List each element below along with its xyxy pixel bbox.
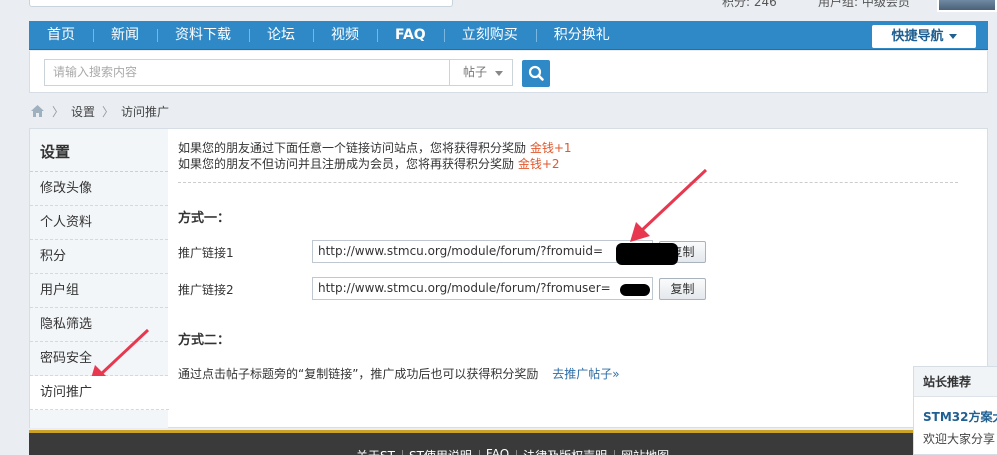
settings-panel: 设置 修改头像 个人资料 积分 用户组 隐私筛选 密码安全 访问推广 如果您的朋… — [29, 128, 988, 428]
footer-link-faq[interactable]: FAQ — [478, 447, 516, 455]
nav-item-faq[interactable]: FAQ — [377, 21, 444, 50]
breadcrumb: 〉 设置 〉 访问推广 — [30, 102, 169, 120]
top-strip: 积分: 246 用户组: 中级会员 — [0, 0, 997, 22]
promo-link-1-label: 推广链接1 — [178, 246, 234, 260]
redaction-mark-1 — [616, 243, 678, 265]
logo-area — [29, 0, 453, 7]
reward-badge-1: 金钱+1 — [529, 141, 572, 155]
footer-link-guide[interactable]: ST使用说明 — [401, 447, 479, 455]
breadcrumb-separator: 〉 — [102, 104, 115, 119]
intro-line-1: 如果您的朋友通过下面任意一个链接访问站点，您将获得积分奖励 金钱+1 — [178, 140, 958, 156]
promo-link-row-2: 推广链接2 http://www.stmcu.org/module/forum/… — [178, 277, 738, 300]
quick-nav-label: 快捷导航 — [891, 29, 944, 44]
nav-item-forum[interactable]: 论坛 — [249, 21, 313, 50]
nav-item-downloads[interactable]: 资料下载 — [157, 21, 249, 50]
settings-sidebar: 设置 修改头像 个人资料 积分 用户组 隐私筛选 密码安全 访问推广 — [30, 129, 169, 428]
search-icon — [528, 65, 544, 81]
avatar[interactable] — [937, 0, 997, 12]
search-input[interactable]: 请输入搜索内容 — [44, 59, 450, 86]
nav-item-video[interactable]: 视频 — [313, 21, 377, 50]
promo-link-1-field[interactable]: http://www.stmcu.org/module/forum/?fromu… — [312, 240, 653, 263]
reward-badge-2: 金钱+2 — [517, 157, 560, 171]
usergroup-display[interactable]: 用户组: 中级会员 — [818, 0, 910, 10]
footer: 关于ST ST使用说明 FAQ 法律及版权声明 网站地图 — [29, 430, 913, 455]
search-scope-select[interactable]: 帖子 — [450, 59, 513, 86]
intro-line-2: 如果您的朋友不但访问并且注册成为会员，您将再获得积分奖励 金钱+2 — [178, 156, 958, 172]
footer-link-about[interactable]: 关于ST — [349, 447, 402, 455]
breadcrumb-separator: 〉 — [52, 104, 65, 119]
method-two-description: 通过点击帖子标题旁的“复制链接”，推广成功后也可以获得积分奖励 — [178, 367, 539, 381]
sidebar-item-profile[interactable]: 个人资料 — [30, 206, 168, 240]
redaction-mark-2 — [620, 284, 650, 296]
nav-item-points-gift[interactable]: 积分换礼 — [535, 21, 628, 50]
promotion-content: 如果您的朋友通过下面任意一个链接访问站点，您将获得积分奖励 金钱+1 如果您的朋… — [178, 129, 978, 381]
promo-link-2-label: 推广链接2 — [178, 283, 234, 297]
quick-nav-button[interactable]: 快捷导航 — [872, 25, 976, 48]
chevron-down-icon — [495, 71, 503, 76]
copy-link-2-button[interactable]: 复制 — [659, 278, 706, 300]
nav-item-news[interactable]: 新闻 — [93, 21, 157, 50]
nav-item-buy[interactable]: 立刻购买 — [443, 21, 536, 50]
promo-link-2-field[interactable]: http://www.stmcu.org/module/forum/?fromu… — [312, 277, 653, 300]
points-display[interactable]: 积分: 246 — [722, 0, 777, 10]
method-two-text: 通过点击帖子标题旁的“复制链接”，推广成功后也可以获得积分奖励 去推广帖子» — [178, 365, 620, 382]
footer-link-legal[interactable]: 法律及版权声明 — [516, 447, 614, 455]
widget-description: 欢迎大家分享 — [923, 432, 996, 446]
home-icon[interactable] — [30, 104, 45, 118]
widget-title: 站长推荐 — [914, 367, 997, 397]
nav-item-home[interactable]: 首页 — [29, 21, 93, 50]
sidebar-item-credits[interactable]: 积分 — [30, 240, 168, 274]
intro-text-1: 如果您的朋友通过下面任意一个链接访问站点，您将获得积分奖励 — [178, 141, 527, 155]
sidebar-item-privacy[interactable]: 隐私筛选 — [30, 308, 168, 342]
widget-link[interactable]: STM32方案大 — [914, 397, 997, 425]
search-button[interactable] — [522, 60, 550, 87]
search-bar: 请输入搜索内容 帖子 — [29, 51, 988, 93]
footer-link-sitemap[interactable]: 网站地图 — [614, 447, 676, 455]
intro-text-2: 如果您的朋友不但访问并且注册成为会员，您将再获得积分奖励 — [178, 157, 515, 171]
sidebar-item-usergroup[interactable]: 用户组 — [30, 274, 168, 308]
chevron-down-icon — [948, 34, 957, 39]
method-one-title: 方式一： — [178, 211, 231, 226]
sidebar-item-avatar[interactable]: 修改头像 — [30, 172, 168, 206]
method-two-title: 方式二： — [178, 333, 231, 348]
promote-posts-link[interactable]: 去推广帖子» — [552, 367, 619, 381]
sidebar-title: 设置 — [30, 129, 168, 172]
breadcrumb-current: 访问推广 — [121, 104, 170, 119]
promotion-intro: 如果您的朋友通过下面任意一个链接访问站点，您将获得积分奖励 金钱+1 如果您的朋… — [178, 129, 958, 183]
search-scope-label: 帖子 — [463, 65, 488, 79]
main-nav: 首页 新闻 资料下载 论坛 视频 FAQ 立刻购买 积分换礼 快捷导航 — [29, 21, 988, 50]
breadcrumb-settings[interactable]: 设置 — [71, 103, 95, 120]
sidebar-item-password[interactable]: 密码安全 — [30, 342, 168, 376]
sidebar-item-promotion[interactable]: 访问推广 — [30, 376, 169, 410]
webmaster-recommend-widget: 站长推荐 STM32方案大 欢迎大家分享 — [913, 366, 997, 455]
